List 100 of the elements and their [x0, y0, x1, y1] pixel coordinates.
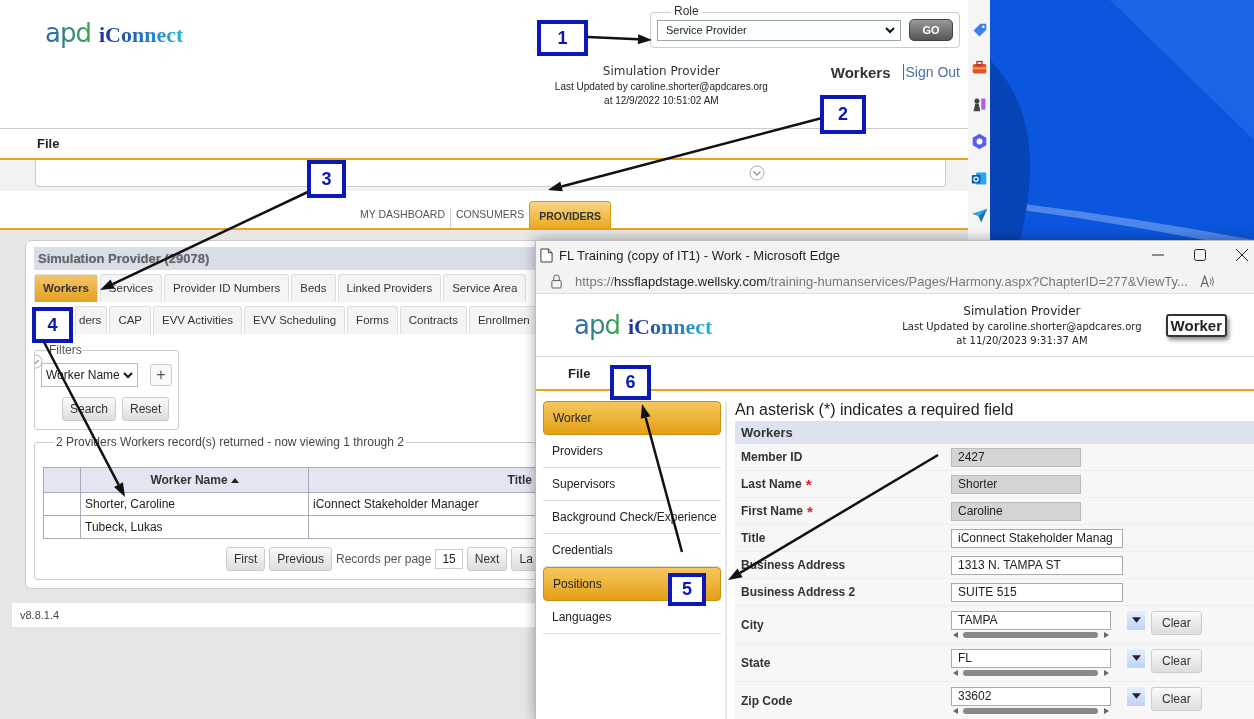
field-label: First Name	[741, 504, 804, 518]
callout-number: 3	[307, 160, 346, 198]
dropdown-button[interactable]	[1127, 648, 1145, 668]
filter-button[interactable]: Reset	[122, 397, 170, 421]
window-title: FL Training (copy of IT1) - Work - Microsoft Edge	[559, 247, 841, 263]
field-label: Business Address 2	[741, 585, 856, 599]
last-updated: Last Updated by caroline.shorter@apdcares.org	[902, 321, 1142, 333]
table-cell	[43, 515, 81, 539]
nav-item[interactable]: Worker	[543, 401, 721, 435]
updated-time: at 11/20/2023 9:31:37 AM	[956, 335, 1088, 347]
mail-icon[interactable]	[970, 170, 988, 187]
input-field: Caroline	[951, 501, 1081, 521]
tab[interactable]: CAP	[109, 306, 152, 334]
tab[interactable]: Service Area	[443, 274, 527, 302]
caret-icon	[1131, 617, 1141, 623]
last-updated: Last Updated by caroline.shorter@apdcares.org	[554, 81, 768, 92]
caret-icon	[122, 371, 133, 379]
add-filter-button[interactable]: +	[150, 364, 172, 386]
menu-item[interactable]: File	[568, 365, 591, 381]
clear-button[interactable]: Clear	[1151, 610, 1202, 635]
close-icon[interactable]	[1235, 248, 1249, 263]
section-header: Workers	[735, 421, 1254, 444]
table-cell: Tubeck, Lukas	[80, 515, 309, 539]
nav-tab[interactable]: PROVIDERS	[529, 201, 612, 228]
last-page-button[interactable]: La	[511, 547, 536, 571]
callout-number: 6	[610, 365, 651, 400]
dropdown-button[interactable]	[1127, 686, 1145, 706]
page-icon	[540, 247, 553, 263]
next-page-button[interactable]: Next	[466, 547, 508, 571]
arrow	[587, 34, 652, 45]
input-field: 2427	[951, 447, 1081, 467]
tab[interactable]: Linked Providers	[337, 274, 442, 302]
input-field[interactable]: iConnect Stakeholder Manag	[951, 528, 1123, 548]
current-page-title: Worker	[1165, 313, 1227, 337]
header-cell	[43, 467, 81, 493]
current-page-title: Workers	[830, 64, 891, 81]
tab[interactable]: Enrollmen	[468, 306, 536, 334]
maximize-icon[interactable]	[1193, 248, 1207, 263]
input-field: Shorter	[951, 474, 1081, 494]
field-label: Member ID	[741, 450, 803, 464]
role-select[interactable]: Service Provider	[657, 19, 901, 41]
field-label: Zip Code	[741, 693, 793, 708]
menu-item[interactable]: File	[37, 136, 60, 151]
input-field[interactable]: 33602	[951, 686, 1111, 706]
callout-number: 1	[537, 20, 588, 56]
tab[interactable]: Contracts	[399, 306, 467, 334]
tab[interactable]: Beds	[291, 274, 336, 302]
updated-time: at 12/9/2022 10:51:02 AM	[604, 95, 719, 106]
provider-name: Simulation Provider	[602, 64, 720, 78]
required-mark: *	[805, 475, 812, 493]
tab[interactable]: Provider ID Numbers	[163, 274, 290, 302]
provider-name: Simulation Provider	[963, 304, 1081, 319]
go-button[interactable]: GO	[909, 19, 953, 41]
required-note: An asterisk (*) indicates a required field	[735, 401, 1015, 419]
input-field[interactable]: TAMPA	[951, 610, 1111, 630]
field-label: Title	[741, 531, 766, 545]
table-cell	[43, 492, 81, 516]
caret-icon	[1131, 655, 1141, 661]
clear-button[interactable]: Clear	[1151, 648, 1202, 673]
filters-legend: Filters	[49, 343, 82, 357]
required-mark: *	[807, 502, 813, 520]
clear-button[interactable]: Clear	[1151, 686, 1202, 711]
callout-number: 2	[820, 95, 866, 134]
caret-icon	[1131, 693, 1141, 699]
tab[interactable]: Forms	[347, 306, 398, 334]
tab[interactable]: EVV Scheduling	[244, 306, 346, 334]
column-header[interactable]: Worker Name	[80, 467, 309, 493]
callout-number: 4	[32, 307, 73, 343]
tab[interactable]: EVV Activities	[153, 306, 242, 334]
input-field[interactable]: SUITE 515	[951, 582, 1123, 602]
first-page-button[interactable]: First	[226, 547, 266, 571]
tab[interactable]: ders	[75, 306, 108, 334]
field-label: Last Name	[741, 477, 802, 491]
table-cell: Shorter, Caroline	[80, 492, 309, 516]
scrollbar[interactable]	[951, 630, 1111, 639]
sign-out-link[interactable]: Sign Out	[902, 64, 960, 80]
records-per-page-label: Records per page	[336, 552, 432, 566]
hexagon-icon[interactable]	[970, 133, 988, 150]
nav-item[interactable]: Providers	[543, 435, 721, 468]
scrollbar[interactable]	[951, 668, 1111, 677]
column-header[interactable]: Title	[308, 467, 536, 493]
previous-page-button[interactable]: Previous	[269, 547, 332, 571]
paper-plane-icon[interactable]	[970, 207, 988, 224]
dropdown-button[interactable]	[1127, 610, 1145, 630]
nav-item[interactable]: Supervisors	[543, 468, 721, 501]
role-legend: Role	[671, 4, 702, 18]
scrollbar[interactable]	[951, 706, 1111, 715]
sort-ascending-icon	[230, 478, 239, 484]
lock-icon	[550, 273, 563, 289]
caret-icon	[885, 26, 895, 34]
nav-tab[interactable]: MY DASHBOARD	[355, 208, 450, 228]
input-field[interactable]: FL	[951, 648, 1111, 668]
read-aloud-icon[interactable]	[1199, 274, 1215, 288]
field-label: State	[741, 655, 771, 670]
expand-icon[interactable]	[749, 165, 765, 181]
tab[interactable]: Workers	[34, 274, 98, 302]
input-field[interactable]: 1313 N. TAMPA ST	[951, 555, 1123, 575]
records-per-page-field[interactable]: 15	[435, 549, 463, 569]
toolbox-icon[interactable]	[970, 59, 988, 76]
callout-number: 5	[668, 573, 706, 606]
